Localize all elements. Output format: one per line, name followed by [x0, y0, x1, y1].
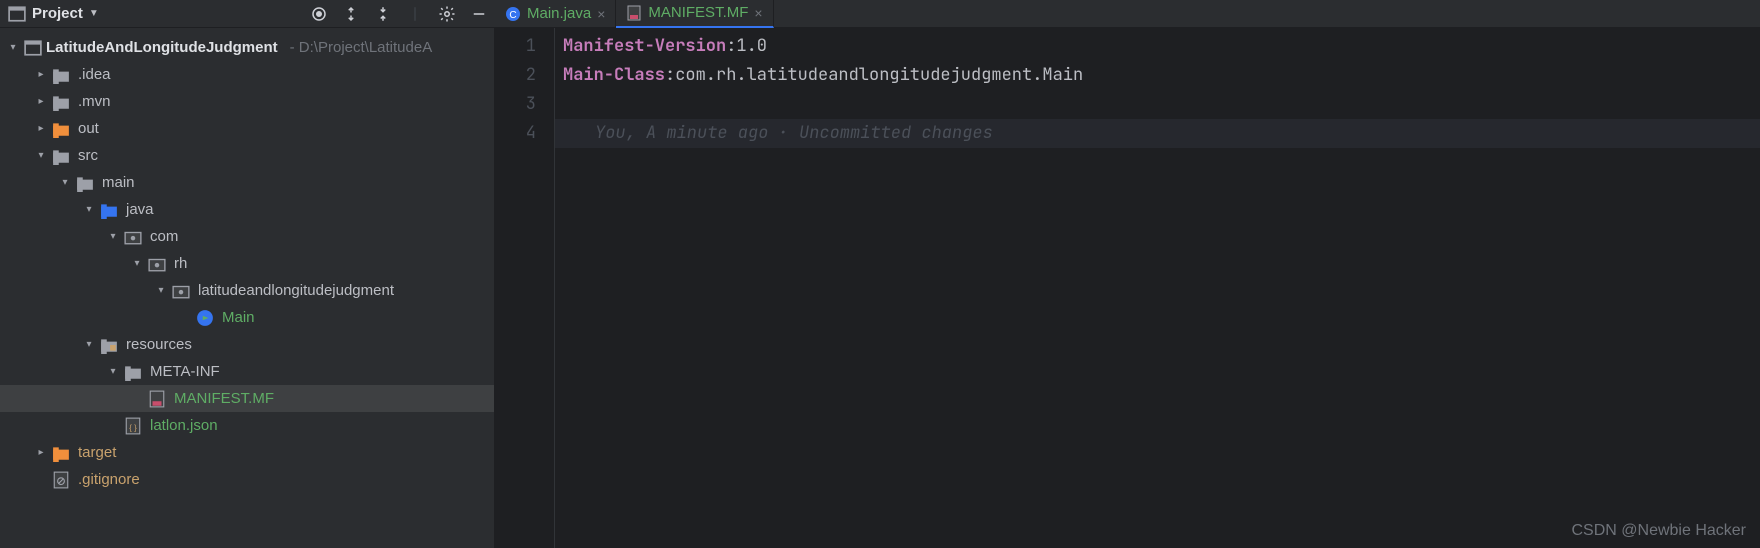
root-label: LatitudeAndLongitudeJudgment: [46, 39, 278, 56]
tree-node-gitignore[interactable]: .gitignore: [0, 466, 494, 493]
package-icon: [124, 228, 142, 246]
code-line[interactable]: [563, 90, 1760, 119]
collapse-all-icon[interactable]: [367, 0, 399, 28]
chevron-down-icon[interactable]: ▾: [58, 177, 72, 188]
folder-icon: [124, 363, 142, 381]
chevron-right-icon[interactable]: ▸: [34, 96, 48, 107]
watermark: CSDN @Newbie Hacker: [1571, 522, 1746, 540]
chevron-down-icon[interactable]: ▾: [34, 150, 48, 161]
chevron-down-icon[interactable]: ▾: [6, 42, 20, 53]
chevron-down-icon[interactable]: ▼: [89, 8, 99, 19]
folder-icon: [52, 66, 70, 84]
chevron-right-icon[interactable]: ▸: [34, 123, 48, 134]
line-number: 1: [495, 32, 536, 61]
code-line[interactable]: Main-Class: com.rh.latitudeandlongitudej…: [563, 61, 1760, 90]
tree-node-metainf[interactable]: ▾ META-INF: [0, 358, 494, 385]
chevron-down-icon[interactable]: ▾: [82, 339, 96, 350]
tree-node-rh[interactable]: ▾ rh: [0, 250, 494, 277]
folder-icon: [52, 444, 70, 462]
tree-node-resources[interactable]: ▾ resources: [0, 331, 494, 358]
project-icon: [24, 39, 42, 57]
tab-label: MANIFEST.MF: [648, 4, 748, 21]
tool-title[interactable]: Project: [32, 5, 83, 22]
svg-text:C: C: [509, 10, 516, 21]
folder-icon: [52, 93, 70, 111]
gitignore-file-icon: [52, 471, 70, 489]
chevron-right-icon[interactable]: ▸: [34, 447, 48, 458]
gutter: 1 2 3 4: [495, 28, 555, 548]
folder-icon: [52, 147, 70, 165]
hide-icon[interactable]: [463, 0, 495, 28]
folder-icon: [52, 120, 70, 138]
chevron-down-icon[interactable]: ▾: [154, 285, 168, 296]
tab-manifest-mf[interactable]: MANIFEST.MF ×: [616, 0, 773, 28]
tree-node-main-class[interactable]: Main: [0, 304, 494, 331]
tree-node-main[interactable]: ▾ main: [0, 169, 494, 196]
project-icon: [8, 5, 26, 23]
code-line[interactable]: Manifest-Version: 1.0: [563, 32, 1760, 61]
package-icon: [172, 282, 190, 300]
java-class-icon: C: [505, 6, 521, 22]
chevron-down-icon[interactable]: ▾: [82, 204, 96, 215]
tree-node-package[interactable]: ▾ latitudeandlongitudejudgment: [0, 277, 494, 304]
code-area[interactable]: Manifest-Version: 1.0 Main-Class: com.rh…: [555, 28, 1760, 548]
chevron-down-icon[interactable]: ▾: [106, 366, 120, 377]
close-icon[interactable]: ×: [754, 5, 762, 21]
select-opened-file-icon[interactable]: [303, 0, 335, 28]
java-class-icon: [196, 309, 214, 327]
root-path: - D:\Project\LatitudeA: [290, 39, 433, 56]
chevron-down-icon[interactable]: ▾: [130, 258, 144, 269]
tree-node-target[interactable]: ▸ target: [0, 439, 494, 466]
tree-node-out[interactable]: ▸ out: [0, 115, 494, 142]
tree-node-mvn[interactable]: ▸ .mvn: [0, 88, 494, 115]
folder-icon: [76, 174, 94, 192]
tab-label: Main.java: [527, 5, 591, 22]
divider-icon: [399, 0, 431, 28]
gear-icon[interactable]: [431, 0, 463, 28]
editor[interactable]: 1 2 3 4 Manifest-Version: 1.0 Main-Class…: [495, 28, 1760, 548]
tree-node-java[interactable]: ▾ java: [0, 196, 494, 223]
json-file-icon: { }: [124, 417, 142, 435]
tree-node-latlon[interactable]: { } latlon.json: [0, 412, 494, 439]
editor-tabs: C Main.java × MANIFEST.MF ×: [495, 0, 1760, 28]
expand-all-icon[interactable]: [335, 0, 367, 28]
svg-text:{ }: { }: [129, 423, 137, 432]
resources-folder-icon: [100, 336, 118, 354]
line-number: 2: [495, 61, 536, 90]
manifest-file-icon: [626, 5, 642, 21]
line-number: 3: [495, 90, 536, 119]
manifest-file-icon: [148, 390, 166, 408]
package-icon: [148, 255, 166, 273]
tree-root[interactable]: ▾ LatitudeAndLongitudeJudgment - D:\Proj…: [0, 34, 494, 61]
tree-node-com[interactable]: ▾ com: [0, 223, 494, 250]
tree-node-src[interactable]: ▾ src: [0, 142, 494, 169]
tab-main-java[interactable]: C Main.java ×: [495, 0, 616, 28]
source-folder-icon: [100, 201, 118, 219]
tree-node-idea[interactable]: ▸ .idea: [0, 61, 494, 88]
project-tool-header: Project ▼: [0, 0, 495, 28]
close-icon[interactable]: ×: [597, 6, 605, 22]
git-blame-annotation: You, A minute ago · Uncommitted changes: [555, 119, 1760, 148]
chevron-down-icon[interactable]: ▾: [106, 231, 120, 242]
project-tree: ▾ LatitudeAndLongitudeJudgment - D:\Proj…: [0, 28, 495, 548]
line-number: 4: [495, 119, 536, 148]
chevron-right-icon[interactable]: ▸: [34, 69, 48, 80]
tree-node-manifest[interactable]: MANIFEST.MF: [0, 385, 494, 412]
